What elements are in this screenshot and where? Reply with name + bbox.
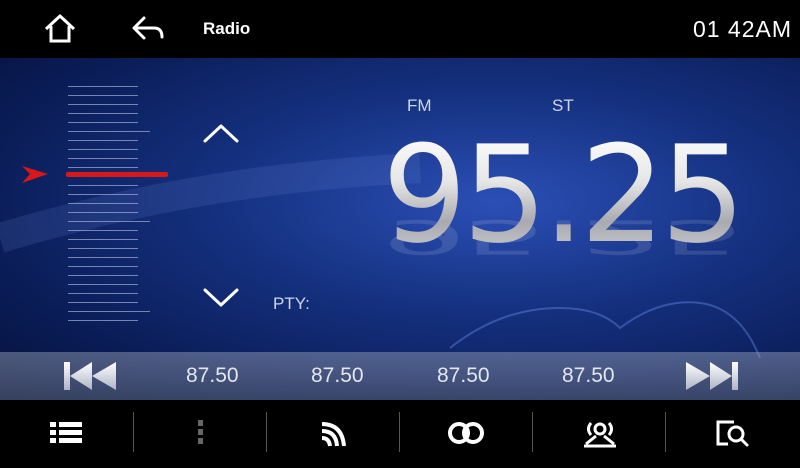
scale-line (68, 293, 138, 294)
home-icon (44, 14, 76, 43)
scale-line (68, 248, 138, 249)
back-arrow-icon (132, 16, 164, 40)
scale-line (68, 86, 138, 87)
scale-line (68, 284, 138, 285)
tuning-scale[interactable] (68, 86, 150, 326)
scale-line (68, 140, 138, 141)
radio-main-panel: FM ST PTY: 95.25 95.25 87.50 87.50 87.50… (0, 58, 800, 400)
preset-4[interactable]: 87.50 (562, 364, 615, 388)
scale-line (68, 194, 138, 195)
preset-3[interactable]: 87.50 (437, 364, 490, 388)
more-dots-icon[interactable] (178, 414, 222, 452)
bottom-separator (665, 412, 666, 452)
previous-station-button[interactable] (60, 358, 120, 394)
radio-scan-icon[interactable] (578, 414, 622, 452)
scale-line (68, 311, 150, 312)
top-bar: Radio 01 42AM (0, 0, 800, 58)
pty-label: PTY: (273, 294, 310, 313)
stereo-indicator: ST (552, 96, 574, 115)
tune-down-button[interactable] (200, 282, 242, 312)
back-button[interactable] (128, 12, 168, 46)
scale-line (68, 266, 138, 267)
signal-icon[interactable] (312, 414, 356, 452)
scale-line (68, 275, 138, 276)
next-station-button[interactable] (682, 358, 742, 394)
bottom-bar (0, 400, 800, 468)
tuning-needle-icon[interactable] (20, 162, 170, 186)
scale-line (68, 221, 150, 222)
loop-icon[interactable] (444, 414, 488, 452)
bottom-separator (532, 412, 533, 452)
scale-line (68, 302, 138, 303)
scale-line (68, 257, 138, 258)
scale-line (68, 131, 150, 132)
scale-line (68, 320, 138, 321)
scale-line (68, 230, 138, 231)
tune-up-button[interactable] (200, 118, 242, 148)
bottom-separator (399, 412, 400, 452)
clock: 01 42AM (692, 16, 792, 42)
scale-line (68, 113, 138, 114)
bottom-separator (266, 412, 267, 452)
scale-line (68, 104, 138, 105)
scale-line (68, 239, 138, 240)
band-indicator: FM (407, 96, 432, 115)
scale-line (68, 122, 138, 123)
list-icon[interactable] (44, 414, 88, 452)
scale-line (68, 149, 138, 150)
page-title: Radio (203, 19, 251, 38)
scale-line (68, 95, 138, 96)
scale-line (68, 158, 138, 159)
preset-2[interactable]: 87.50 (311, 364, 364, 388)
search-icon[interactable] (710, 414, 754, 452)
home-button[interactable] (40, 12, 80, 46)
preset-strip: 87.50 87.50 87.50 87.50 (0, 352, 800, 400)
scale-line (68, 203, 138, 204)
preset-1[interactable]: 87.50 (186, 364, 239, 388)
scale-line (68, 212, 138, 213)
frequency-display: 95.25 (382, 117, 746, 273)
bottom-separator (133, 412, 134, 452)
